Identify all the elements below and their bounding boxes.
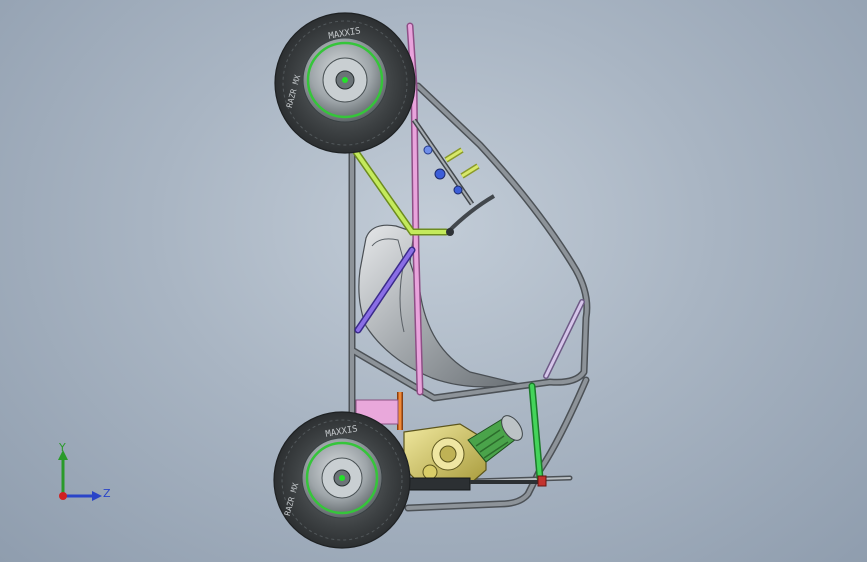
- buggy-model[interactable]: MAXXIS RAZR MX MAXXIS RAZR MX: [0, 0, 867, 562]
- front-wheel[interactable]: MAXXIS RAZR MX: [274, 12, 416, 154]
- lime-brace[interactable]: [352, 148, 450, 236]
- seat[interactable]: [358, 224, 521, 388]
- graphics-viewport[interactable]: MAXXIS RAZR MX MAXXIS RAZR MX Y Z: [0, 0, 867, 562]
- x-axis-dot: [59, 492, 67, 500]
- z-axis-label: Z: [103, 487, 111, 500]
- green-rear-strut[interactable]: [528, 382, 544, 482]
- rear-wheel[interactable]: MAXXIS RAZR MX: [273, 411, 411, 549]
- orientation-triad: Y Z: [50, 440, 120, 510]
- lavender-brace[interactable]: [543, 299, 585, 379]
- steering-column[interactable]: [411, 118, 496, 236]
- y-axis-label: Y: [59, 441, 66, 454]
